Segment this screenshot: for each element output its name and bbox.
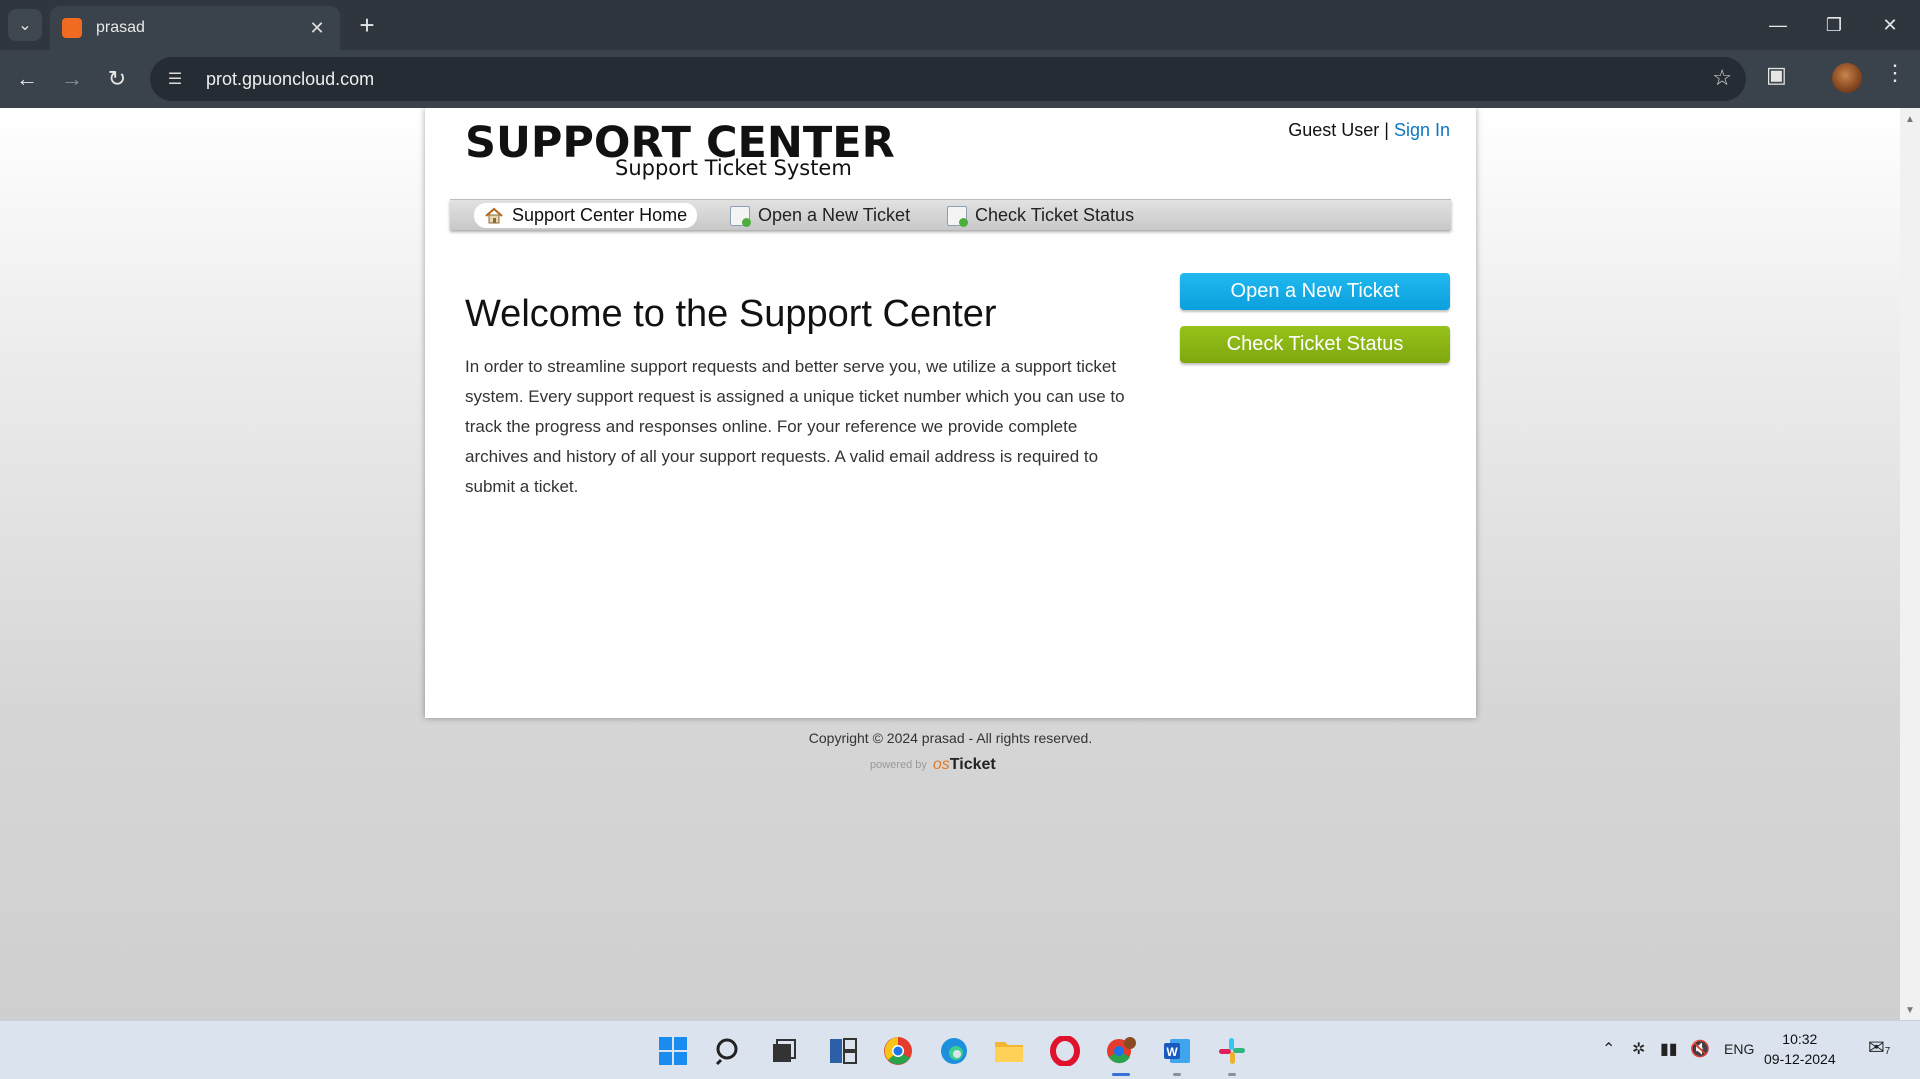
forward-button[interactable]: → (55, 62, 89, 96)
back-button[interactable]: ← (10, 62, 44, 96)
reload-button[interactable]: ↻ (100, 62, 134, 96)
volume-muted-icon[interactable]: 🔇 (1690, 1039, 1710, 1059)
tab-title: prasad (96, 19, 145, 36)
home-icon (484, 206, 504, 226)
widgets-icon[interactable] (825, 1033, 861, 1069)
nav-label: Support Center Home (512, 205, 688, 225)
check-ticket-status-button[interactable]: Check Ticket Status (1180, 326, 1450, 363)
welcome-heading: Welcome to the Support Center (465, 293, 997, 335)
new-tab-button[interactable]: + (352, 10, 382, 40)
new-ticket-icon (730, 205, 751, 227)
file-explorer-icon[interactable] (991, 1033, 1027, 1069)
edge-icon[interactable] (936, 1033, 972, 1069)
powered-by-osticket[interactable]: powered by osTicket (870, 750, 1070, 774)
chrome-profile-icon[interactable] (1103, 1033, 1139, 1069)
site-logo-subtitle: Support Ticket System (615, 156, 852, 180)
nav-check-ticket-status[interactable]: Check Ticket Status (937, 203, 1144, 228)
tab-search-button[interactable]: ⌄ (8, 9, 42, 41)
intro-paragraph: In order to streamline support requests … (465, 357, 1125, 496)
sign-in-link[interactable]: Sign In (1394, 120, 1450, 140)
bookmark-star-icon[interactable]: ☆ (1712, 65, 1732, 91)
browser-menu-icon[interactable]: ⋮ (1884, 60, 1906, 86)
active-app-indicator (1112, 1073, 1130, 1076)
chevron-down-icon: ⌄ (18, 17, 32, 34)
opera-icon[interactable] (1047, 1033, 1083, 1069)
clock-time: 10:32 (1782, 1031, 1818, 1047)
url-text[interactable]: prot.gpuoncloud.com (206, 69, 374, 90)
minimize-button[interactable]: — (1750, 0, 1806, 50)
page-viewport: SUPPORT CENTER Support Ticket System Gue… (0, 108, 1900, 1020)
clock[interactable]: 10:32 09-12-2024 (1764, 1029, 1836, 1069)
scroll-up-icon[interactable]: ▲ (1905, 114, 1915, 125)
running-app-indicator (1173, 1073, 1181, 1076)
site-favicon-icon (62, 18, 82, 38)
footer-copyright: Copyright © 2024 prasad - All rights res… (808, 730, 1093, 746)
page-scrollbar[interactable]: ▲ ▼ (1900, 108, 1920, 1020)
close-window-button[interactable]: ✕ (1862, 0, 1918, 50)
task-view-icon[interactable] (766, 1033, 802, 1069)
separator: | (1384, 120, 1389, 140)
browser-toolbar: ← → ↻ ☰ prot.gpuoncloud.com ☆ (0, 50, 1920, 108)
guest-user-label: Guest User (1288, 120, 1380, 140)
open-new-ticket-button[interactable]: Open a New Ticket (1180, 273, 1450, 310)
notifications-icon[interactable]: ✉7 (1868, 1035, 1890, 1060)
start-icon[interactable] (655, 1033, 691, 1069)
address-bar[interactable]: ☰ prot.gpuoncloud.com ☆ (150, 57, 1746, 101)
site-info-icon[interactable]: ☰ (160, 64, 190, 94)
nav-label: Check Ticket Status (975, 205, 1135, 225)
browser-tab-bar: ⌄ prasad ✕ + — ❐ ✕ (0, 0, 1920, 50)
language-indicator[interactable]: ENG (1724, 1041, 1754, 1057)
ticket-status-icon (947, 205, 968, 227)
profile-avatar[interactable] (1832, 63, 1862, 93)
notification-count: 7 (1884, 1046, 1891, 1057)
nav-open-new-ticket[interactable]: Open a New Ticket (720, 203, 920, 228)
network-icon[interactable]: ✲ (1632, 1039, 1645, 1059)
nav-label: Open a New Ticket (758, 205, 911, 225)
scroll-down-icon[interactable]: ▼ (1905, 1005, 1915, 1016)
nav-support-center-home[interactable]: Support Center Home (474, 203, 698, 228)
restore-button[interactable]: ❐ (1806, 0, 1862, 50)
extensions-icon[interactable]: ▣ (1766, 62, 1787, 88)
svg-text:W: W (1166, 1045, 1178, 1059)
clock-date: 09-12-2024 (1764, 1051, 1836, 1067)
slack-icon[interactable] (1214, 1033, 1250, 1069)
page-container: SUPPORT CENTER Support Ticket System Gue… (425, 108, 1476, 718)
osticket-logo: osTicket (932, 756, 996, 773)
user-info: Guest User | Sign In (1288, 120, 1450, 141)
battery-icon[interactable]: ▮▮ (1660, 1039, 1678, 1059)
close-tab-icon[interactable]: ✕ (306, 18, 328, 39)
show-hidden-icons-icon[interactable]: ⌃ (1602, 1039, 1615, 1059)
word-icon[interactable]: W (1159, 1033, 1195, 1069)
taskbar: W ⌃ ✲ ▮▮ 🔇 ENG 10:32 09-12-2024 ✉7 (0, 1020, 1920, 1079)
main-nav: Support Center Home Open a New Ticket Ch… (450, 199, 1451, 230)
powered-by-label: powered by (870, 759, 927, 771)
browser-tab[interactable]: prasad ✕ (50, 6, 340, 50)
running-app-indicator (1228, 1073, 1236, 1076)
chrome-icon[interactable] (880, 1033, 916, 1069)
search-icon[interactable] (711, 1033, 747, 1069)
